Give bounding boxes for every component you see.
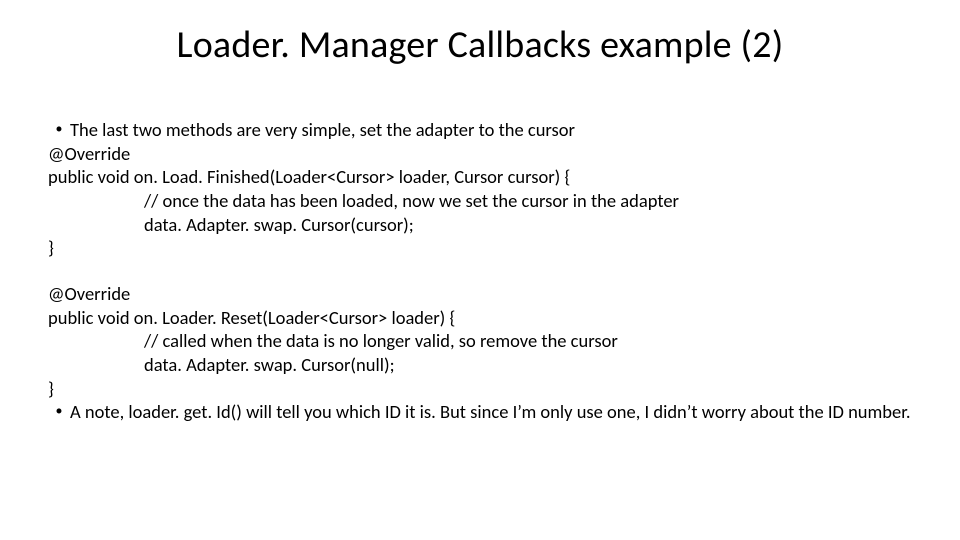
code-line: data. Adapter. swap. Cursor(cursor); (48, 213, 920, 237)
code-line: public void on. Loader. Reset(Loader<Cur… (48, 306, 920, 330)
code-line: @Override (48, 282, 920, 306)
code-line: // called when the data is no longer val… (48, 329, 920, 353)
code-line: data. Adapter. swap. Cursor(null); (48, 353, 920, 377)
bullet-text: A note, loader. get. Id() will tell you … (70, 400, 920, 424)
bullet-dot-icon: • (48, 118, 70, 140)
bullet-dot-icon: • (48, 400, 70, 422)
blank-line (48, 260, 920, 282)
slide-body: • The last two methods are very simple, … (48, 118, 920, 424)
code-line: // once the data has been loaded, now we… (48, 189, 920, 213)
bullet-text: The last two methods are very simple, se… (70, 118, 920, 142)
code-line: @Override (48, 142, 920, 166)
code-line: } (48, 236, 920, 260)
slide: Loader. Manager Callbacks example (2) • … (0, 0, 960, 540)
bullet-item: • The last two methods are very simple, … (48, 118, 920, 142)
code-line: public void on. Load. Finished(Loader<Cu… (48, 165, 920, 189)
bullet-item: • A note, loader. get. Id() will tell yo… (48, 400, 920, 424)
code-line: } (48, 377, 920, 401)
slide-title: Loader. Manager Callbacks example (2) (0, 22, 960, 68)
